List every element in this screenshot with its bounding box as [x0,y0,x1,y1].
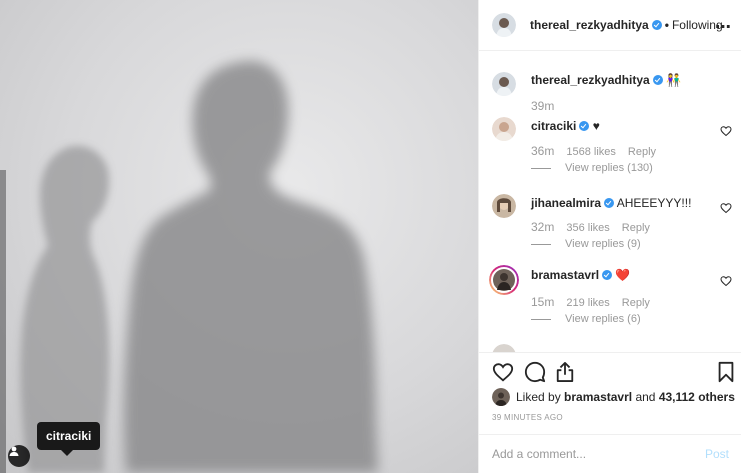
comment-text: ♥ [592,119,600,133]
comment-item: jihanealmira AHEEEYYY!!! 32m 356 likes Rep… [492,194,732,264]
comment-username[interactable]: jihanealmira [531,196,601,210]
caption-meta: 39m [531,99,566,113]
liked-by-others[interactable]: 43,112 others [659,390,735,404]
add-comment-bar: Post [479,434,741,473]
user-tag-tooltip[interactable]: citraciki [37,422,101,456]
reply-button[interactable]: Reply [628,146,656,158]
replies-divider [531,318,551,320]
user-tag-label: citraciki [46,429,92,443]
liked-by-user[interactable]: bramastavrl [564,390,632,404]
verified-icon [604,198,615,208]
heart-icon[interactable] [720,202,732,214]
replies-divider [531,167,551,169]
comment-item: bramastavrl ❤️ 15m 219 likes Reply View re… [489,265,732,336]
user-tag-icon[interactable] [8,445,30,467]
heart-icon[interactable] [720,125,732,137]
comment-likes[interactable]: 1568 likes [566,146,616,158]
post-comment-button[interactable]: Post [705,447,729,461]
view-replies-label: View replies (9) [565,238,641,250]
comment-likes[interactable]: 219 likes [566,297,609,309]
comment-item [492,344,732,352]
heart-icon[interactable] [492,361,514,383]
comment-username[interactable]: citraciki [531,119,576,133]
reply-button[interactable]: Reply [622,222,650,234]
liked-by-conjunction: and [635,390,656,404]
comment-time[interactable]: 36m [531,144,554,158]
liked-by-prefix: Liked by [516,390,561,404]
view-replies-button[interactable]: View replies (6) [531,313,641,325]
comment-input[interactable] [492,447,705,461]
post-actions [479,352,741,387]
person-icon [9,446,19,456]
verified-icon [602,270,613,280]
comment-item: citraciki ♥ 36m 1568 likes Reply View repl… [492,117,732,187]
author-avatar[interactable] [492,13,516,37]
verified-icon [652,75,663,85]
comment-meta: 32m 356 likes Reply [531,220,662,234]
post-photo[interactable]: citraciki [0,0,478,473]
post-side-panel: thereal_rezkyadhitya • Following ⋯ there… [478,0,741,473]
comment-time[interactable]: 15m [531,295,554,309]
comment-text: ❤️ [615,268,631,282]
author-avatar[interactable] [492,72,516,96]
comment-time[interactable]: 32m [531,220,554,234]
verified-icon [579,121,590,131]
comment-meta: 15m 219 likes Reply [531,295,662,309]
bookmark-icon[interactable] [717,361,735,383]
reply-button[interactable]: Reply [622,297,650,309]
commenter-avatar[interactable] [489,265,519,295]
shadow-photo [0,60,378,473]
verified-icon [651,20,662,30]
comments-list[interactable]: thereal_rezkyadhitya 👫 39m citraciki ♥ 3… [479,52,741,352]
liker-avatar[interactable] [492,388,510,406]
heart-icon[interactable] [720,275,732,287]
commenter-avatar[interactable] [492,117,516,141]
comment-likes[interactable]: 356 likes [566,222,609,234]
view-replies-button[interactable]: View replies (9) [531,238,641,250]
comment-username[interactable]: bramastavrl [531,268,599,282]
caption: thereal_rezkyadhitya 👫 39m [492,72,732,122]
post-header: thereal_rezkyadhitya • Following ⋯ [479,0,741,51]
comment-meta: 36m 1568 likes Reply [531,144,668,158]
view-replies-button[interactable]: View replies (130) [531,162,653,174]
likes-summary: Liked by bramastavrl and 43,112 others [492,388,735,406]
post-timestamp[interactable]: 39 MINUTES AGO [492,413,563,422]
comment-icon[interactable] [524,361,546,383]
commenter-avatar[interactable] [492,194,516,218]
share-icon[interactable] [555,361,575,383]
caption-text: 👫 [666,73,682,87]
separator-dot: • [664,18,669,32]
comment-text: AHEEEYYY!!! [616,196,692,210]
view-replies-label: View replies (6) [565,313,641,325]
view-replies-label: View replies (130) [565,162,653,174]
replies-divider [531,243,551,245]
more-icon[interactable]: ⋯ [715,17,732,37]
author-username[interactable]: thereal_rezkyadhitya [530,18,649,32]
commenter-avatar[interactable] [492,344,516,352]
caption-username[interactable]: thereal_rezkyadhitya [531,73,650,87]
caption-time[interactable]: 39m [531,99,554,113]
